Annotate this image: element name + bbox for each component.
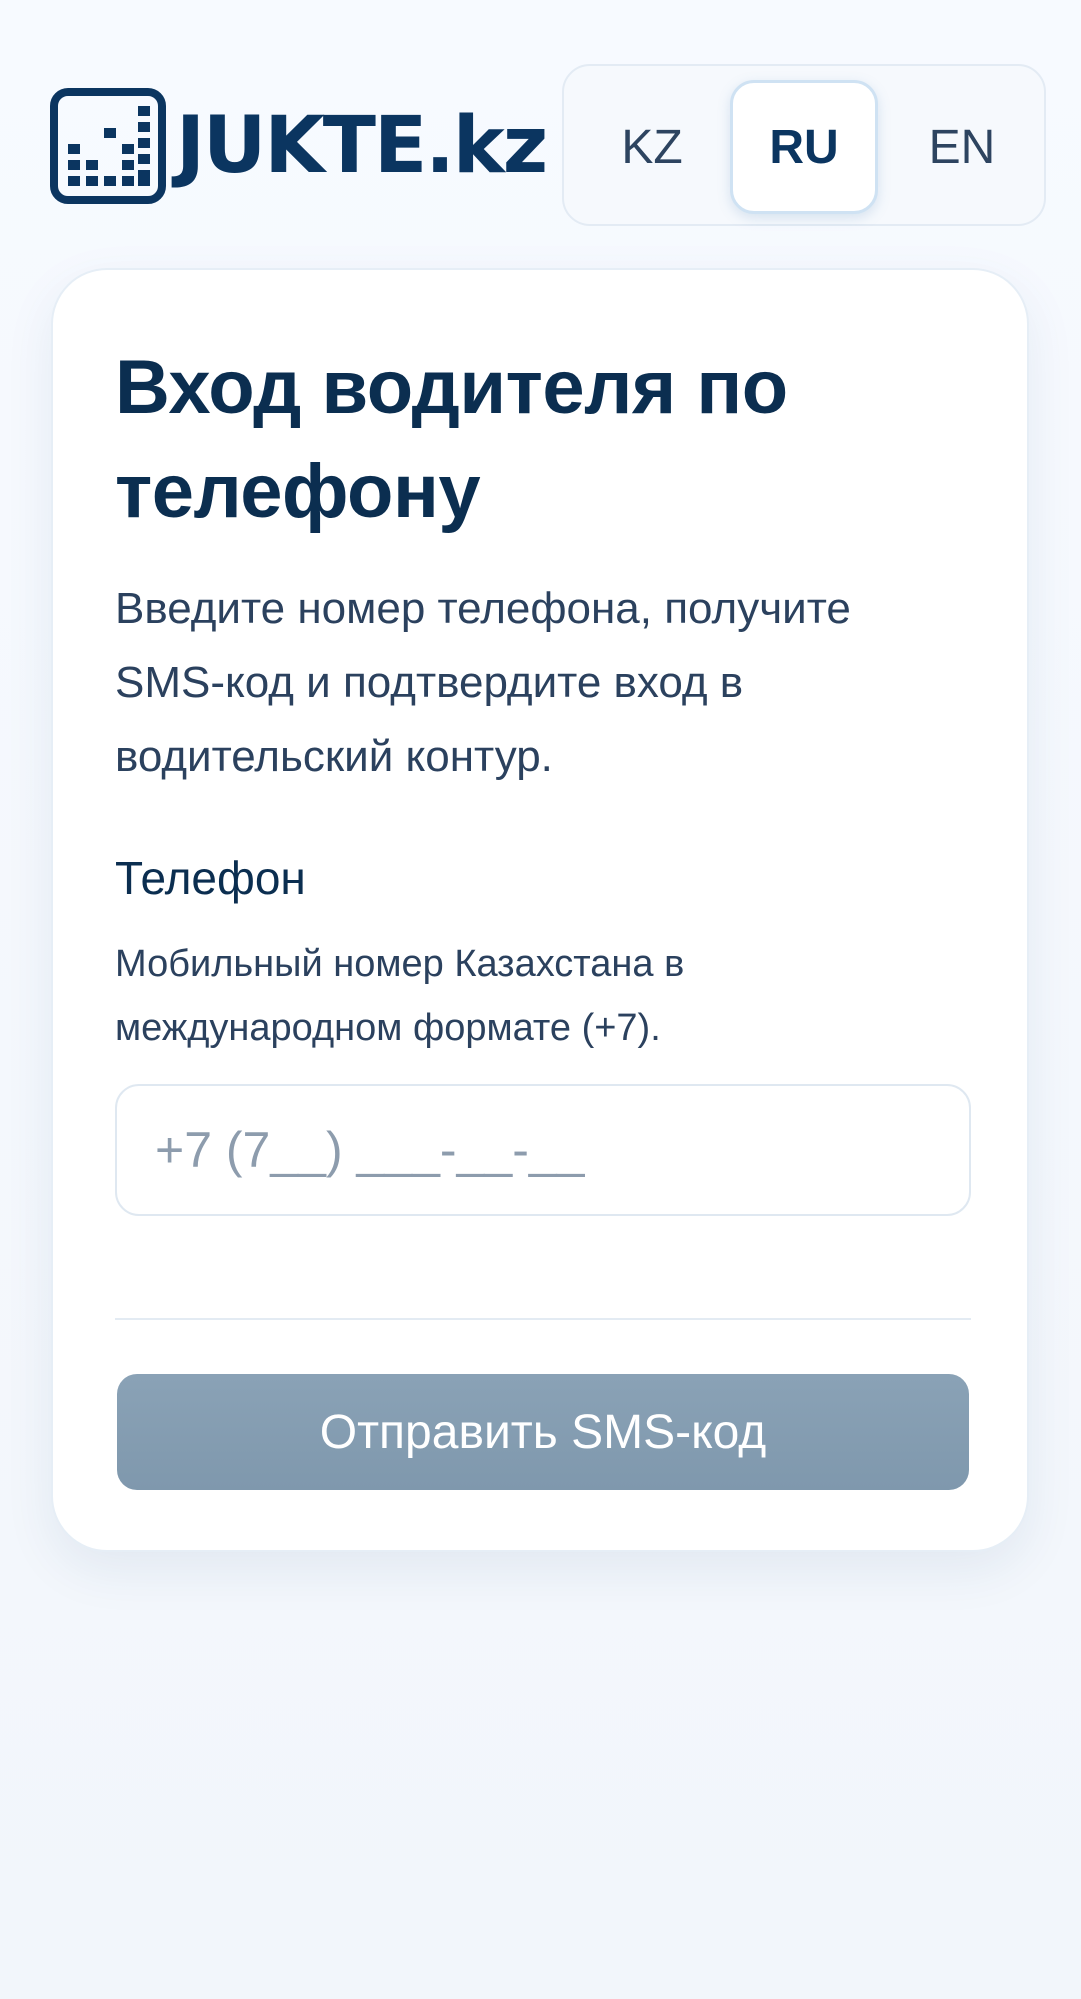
header: JUKTE.kz KZ RU EN	[50, 64, 1048, 228]
send-sms-code-button[interactable]: Отправить SMS-код	[117, 1374, 969, 1490]
divider	[115, 1318, 971, 1320]
phone-hint: Мобильный номер Казахстана в международн…	[115, 943, 685, 1049]
login-card: Вход водителя по телефону Введите номер …	[51, 268, 1029, 1552]
jukte-logo-icon	[50, 88, 166, 204]
page-description: Введите номер телефона, получите SMS-код…	[115, 584, 851, 781]
brand-logo[interactable]: JUKTE.kz	[50, 88, 548, 204]
login-form: Вход водителя по телефону Введите номер …	[115, 336, 971, 1216]
brand-name: JUKTE.kz	[176, 101, 548, 191]
language-option-en[interactable]: EN	[888, 80, 1036, 214]
phone-label: Телефон	[115, 852, 306, 904]
language-option-ru[interactable]: RU	[730, 80, 878, 214]
language-switcher: KZ RU EN	[562, 64, 1046, 226]
phone-input[interactable]	[115, 1084, 971, 1216]
page-title: Вход водителя по телефону	[115, 345, 788, 534]
language-option-kz[interactable]: KZ	[578, 80, 726, 214]
